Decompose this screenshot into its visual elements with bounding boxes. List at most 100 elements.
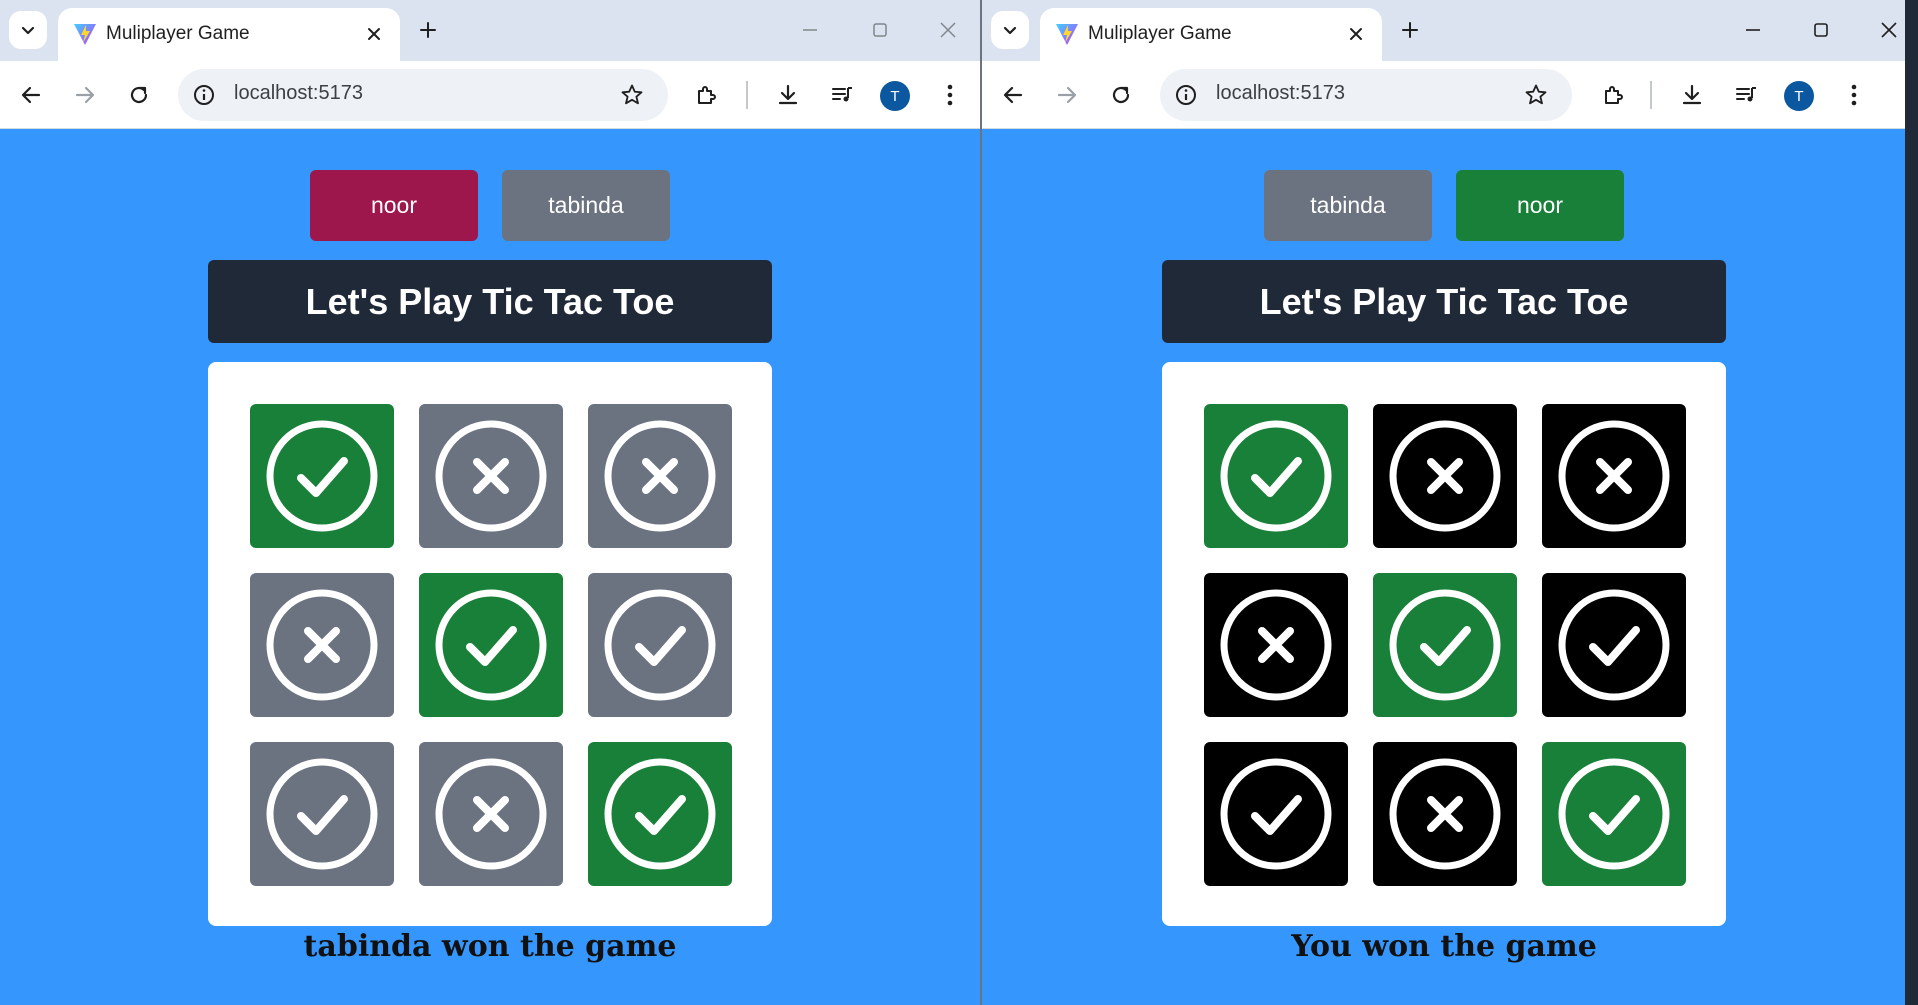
check-circle-icon xyxy=(1389,589,1501,701)
chevron-down-icon xyxy=(1003,26,1017,35)
arrow-left-icon xyxy=(1003,86,1023,104)
desktop-edge xyxy=(1905,0,1918,1005)
tab-search-button[interactable] xyxy=(991,11,1029,49)
tab-title: Muliplayer Game xyxy=(1088,23,1232,44)
arrow-right-icon xyxy=(1057,86,1077,104)
minimize-button[interactable] xyxy=(1733,13,1773,47)
board-cell[interactable] xyxy=(1373,404,1517,548)
board-cell[interactable] xyxy=(1373,573,1517,717)
check-circle-icon xyxy=(1220,420,1332,532)
board-cell[interactable] xyxy=(419,573,563,717)
extensions-button[interactable] xyxy=(687,75,727,115)
board-cell[interactable] xyxy=(250,404,394,548)
chevron-down-icon xyxy=(21,26,35,35)
board-cell[interactable] xyxy=(250,742,394,886)
back-button[interactable] xyxy=(11,75,51,115)
downloads-button[interactable] xyxy=(1672,75,1712,115)
player-button[interactable]: noor xyxy=(1456,170,1624,241)
minimize-button[interactable] xyxy=(790,13,830,47)
media-controls-button[interactable] xyxy=(1726,75,1766,115)
close-window-button[interactable] xyxy=(928,13,968,47)
arrow-right-icon xyxy=(75,86,95,104)
board-cell[interactable] xyxy=(588,404,732,548)
board-cell[interactable] xyxy=(1204,742,1348,886)
plus-icon xyxy=(420,22,436,38)
bookmark-star-button[interactable] xyxy=(1520,79,1552,111)
game-board xyxy=(1162,362,1726,926)
board-cell[interactable] xyxy=(1542,404,1686,548)
check-circle-icon xyxy=(266,758,378,870)
site-info-button[interactable] xyxy=(1172,81,1200,109)
site-info-button[interactable] xyxy=(190,81,218,109)
maximize-button[interactable] xyxy=(860,13,900,47)
vite-logo-icon xyxy=(1056,24,1078,45)
player-button[interactable]: tabinda xyxy=(1264,170,1432,241)
tab-close-button[interactable] xyxy=(360,20,388,48)
forward-button[interactable] xyxy=(65,75,105,115)
close-icon xyxy=(940,22,956,38)
new-tab-button[interactable] xyxy=(412,14,444,46)
board-cell[interactable] xyxy=(588,742,732,886)
check-circle-icon xyxy=(604,758,716,870)
puzzle-icon xyxy=(1605,86,1623,104)
reload-button[interactable] xyxy=(119,75,159,115)
page-content: tabinda noor Let's Play Tic Tac Toe You … xyxy=(982,129,1905,1005)
x-circle-icon xyxy=(435,758,547,870)
check-circle-icon xyxy=(435,589,547,701)
playlist-icon xyxy=(832,87,852,102)
board-cell[interactable] xyxy=(1373,742,1517,886)
maximize-icon xyxy=(873,23,887,37)
new-tab-button[interactable] xyxy=(1394,14,1426,46)
profile-avatar[interactable]: T xyxy=(1784,81,1814,111)
reload-icon xyxy=(1112,86,1130,104)
x-circle-icon xyxy=(604,420,716,532)
download-icon xyxy=(1682,84,1702,105)
browser-toolbar: localhost:5173 T xyxy=(982,61,1905,129)
browser-window-left: Muliplayer Game localhost:5173 T noor ta… xyxy=(0,0,980,1005)
info-icon xyxy=(194,85,214,105)
tab-search-button[interactable] xyxy=(9,11,47,49)
game-heading: Let's Play Tic Tac Toe xyxy=(208,260,772,343)
bookmark-star-button[interactable] xyxy=(616,79,648,111)
board-cell[interactable] xyxy=(588,573,732,717)
address-bar[interactable]: localhost:5173 xyxy=(178,69,668,121)
tab-strip: Muliplayer Game xyxy=(0,0,980,61)
browser-tab[interactable]: Muliplayer Game xyxy=(58,8,400,61)
toolbar-separator xyxy=(746,81,748,109)
board-cell[interactable] xyxy=(419,742,563,886)
game-board xyxy=(208,362,772,926)
tab-strip: Muliplayer Game xyxy=(982,0,1905,61)
extensions-button[interactable] xyxy=(1594,75,1634,115)
media-controls-button[interactable] xyxy=(822,75,862,115)
board-cell[interactable] xyxy=(1542,573,1686,717)
maximize-button[interactable] xyxy=(1801,13,1841,47)
playlist-icon xyxy=(1736,87,1756,102)
forward-button[interactable] xyxy=(1047,75,1087,115)
reload-button[interactable] xyxy=(1101,75,1141,115)
board-cell[interactable] xyxy=(1542,742,1686,886)
player-button[interactable]: tabinda xyxy=(502,170,670,241)
x-circle-icon xyxy=(266,589,378,701)
player-button[interactable]: noor xyxy=(310,170,478,241)
browser-tab[interactable]: Muliplayer Game xyxy=(1040,8,1382,61)
browser-menu-button[interactable] xyxy=(1834,75,1874,115)
game-result-text: tabinda won the game xyxy=(303,929,677,964)
close-window-button[interactable] xyxy=(1869,13,1905,47)
board-cell[interactable] xyxy=(1204,573,1348,717)
back-button[interactable] xyxy=(993,75,1033,115)
browser-menu-button[interactable] xyxy=(930,75,970,115)
board-cell[interactable] xyxy=(1204,404,1348,548)
x-circle-icon xyxy=(435,420,547,532)
address-bar[interactable]: localhost:5173 xyxy=(1160,69,1572,121)
url-text: localhost:5173 xyxy=(1216,82,1345,104)
game-heading: Let's Play Tic Tac Toe xyxy=(1162,260,1726,343)
x-circle-icon xyxy=(1558,420,1670,532)
board-cell[interactable] xyxy=(419,404,563,548)
board-cell[interactable] xyxy=(250,573,394,717)
profile-avatar[interactable]: T xyxy=(880,81,910,111)
reload-icon xyxy=(130,86,148,104)
x-circle-icon xyxy=(1389,420,1501,532)
downloads-button[interactable] xyxy=(768,75,808,115)
tab-close-button[interactable] xyxy=(1342,20,1370,48)
check-circle-icon xyxy=(266,420,378,532)
